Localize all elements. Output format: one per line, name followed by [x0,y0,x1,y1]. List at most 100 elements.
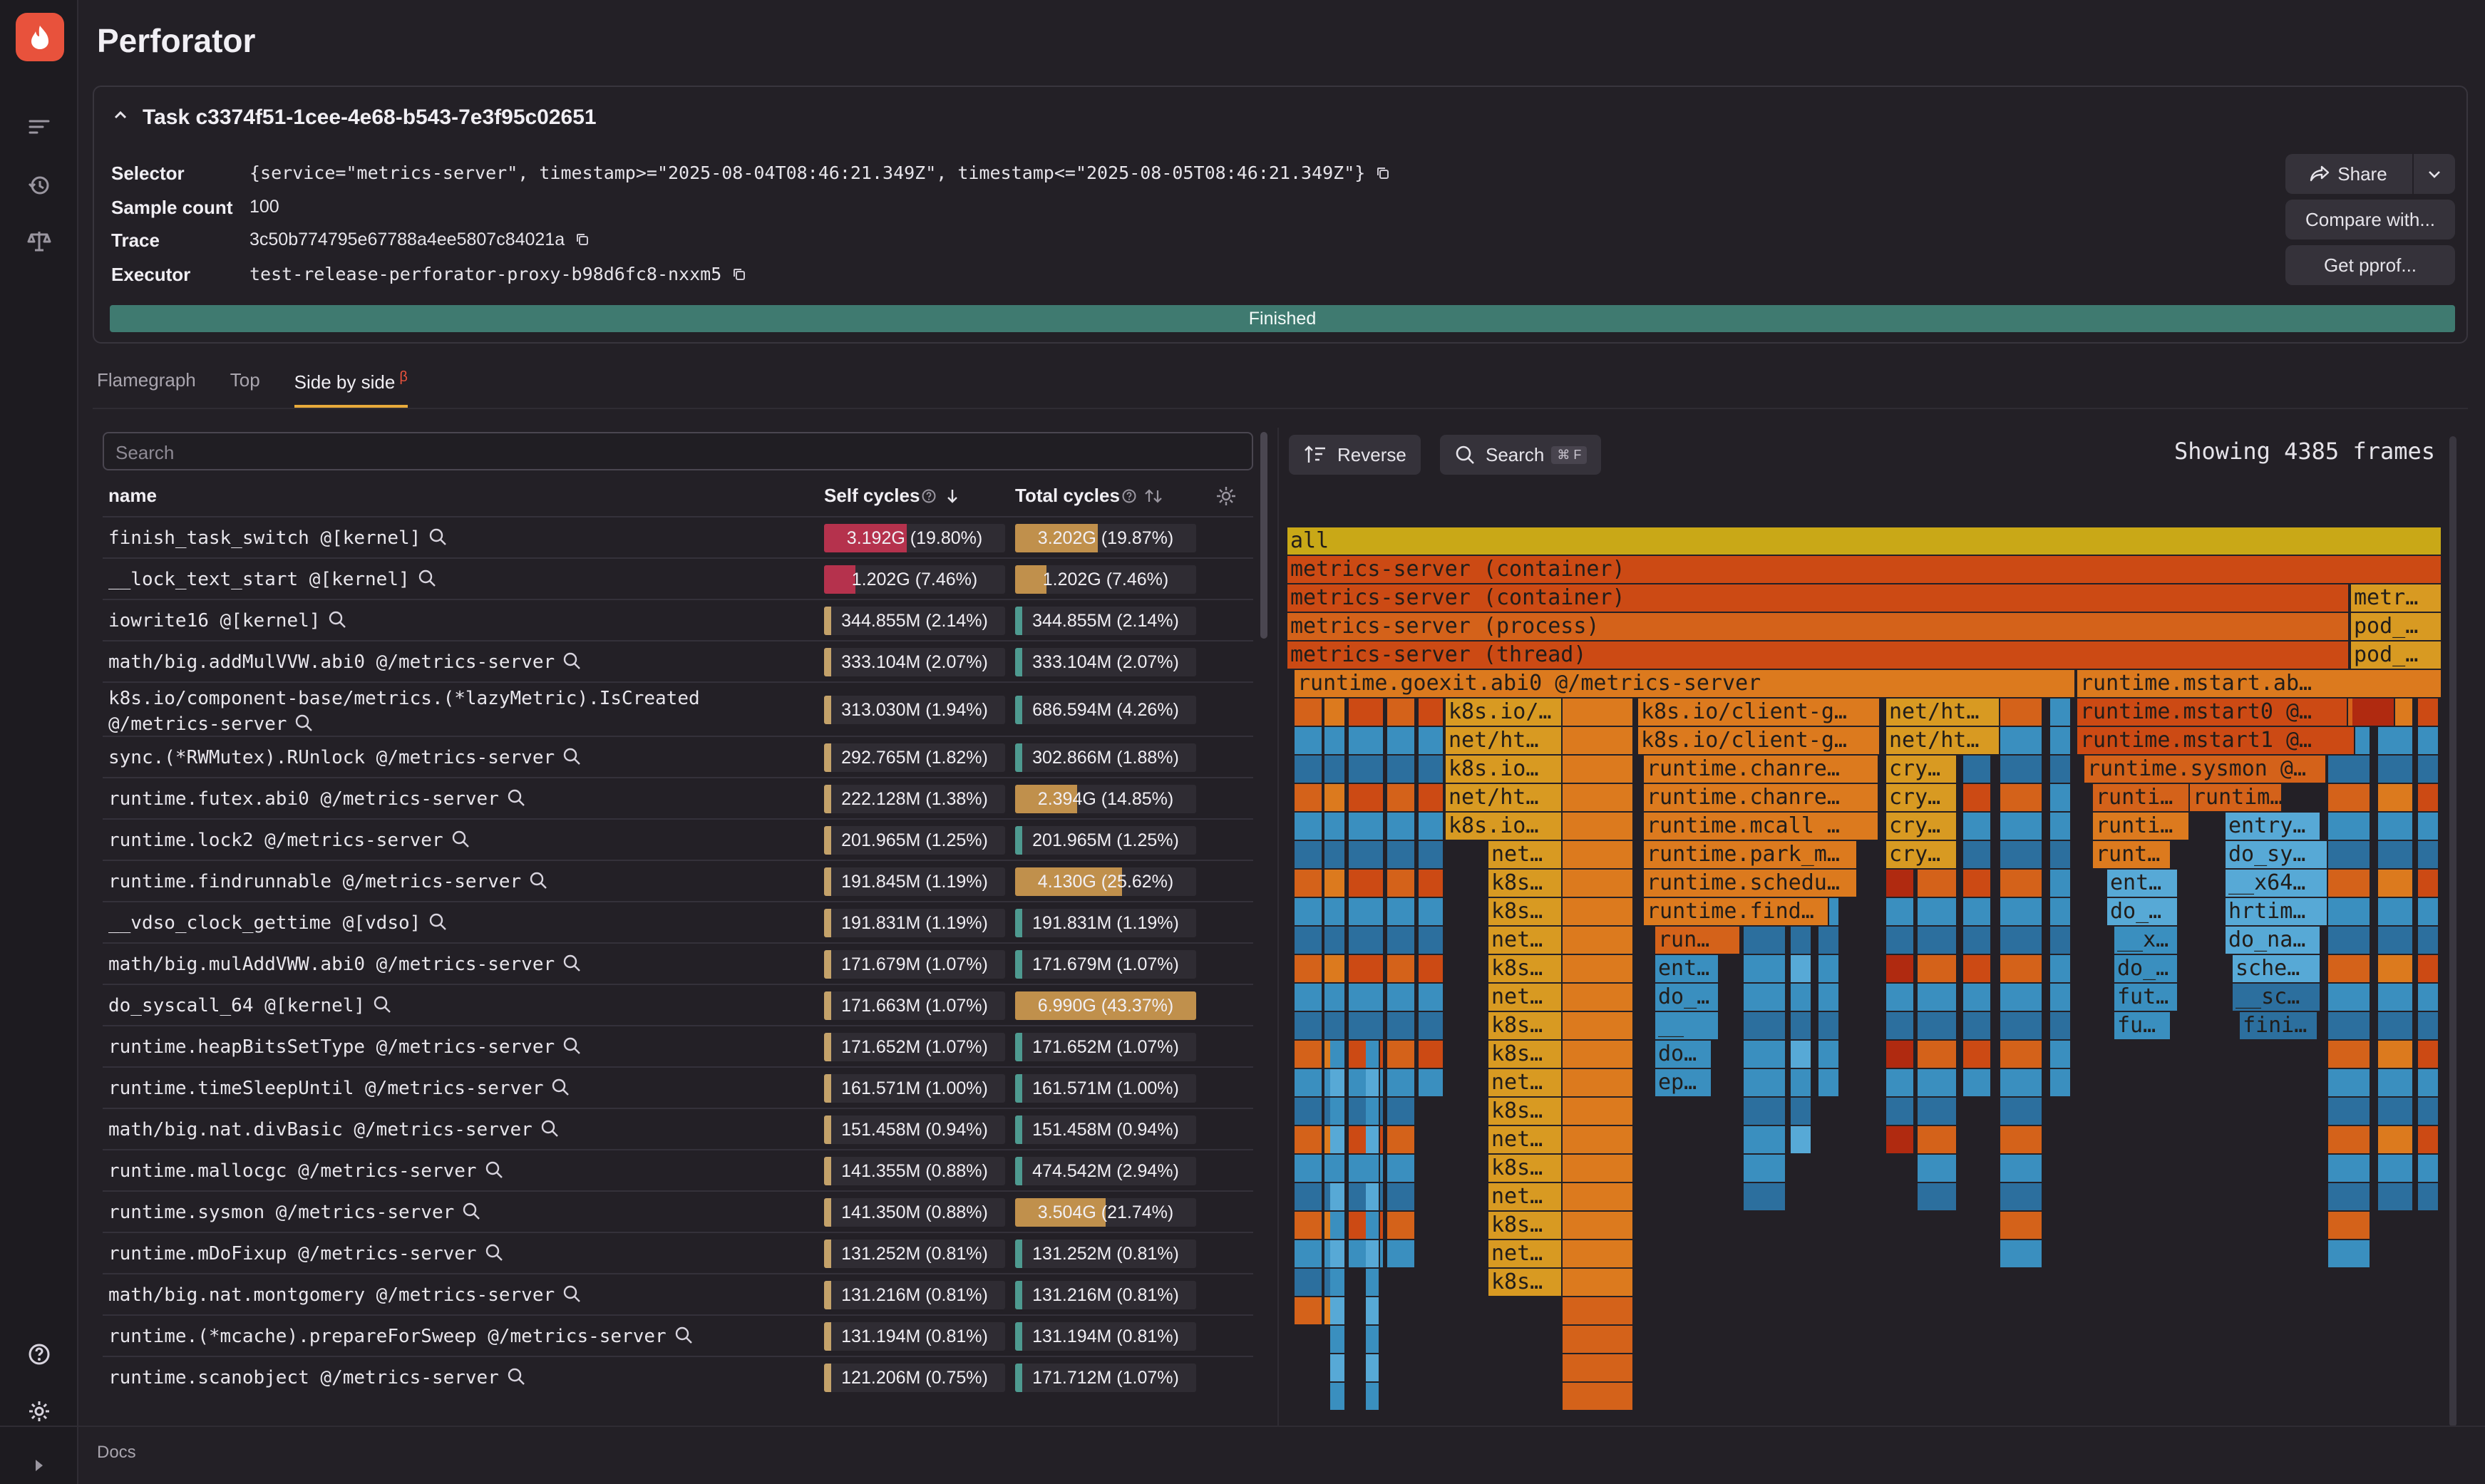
flame-frame[interactable]: net… [1488,927,1563,954]
flame-frame-unlabeled[interactable] [1387,756,1416,783]
search-icon[interactable] [562,1284,582,1304]
search-icon[interactable] [562,651,582,671]
flame-frame-unlabeled[interactable] [1918,955,1957,982]
flame-frame-unlabeled[interactable] [2000,955,2043,982]
flamegraph[interactable]: all metrics-server (container) metrics-ser… [1287,527,2442,1426]
search-icon[interactable] [417,568,437,588]
flame-frame[interactable]: ent… [2107,870,2178,897]
flame-frame-unlabeled[interactable] [1744,1155,1786,1182]
flame-frame-unlabeled[interactable] [1818,1041,1840,1068]
copy-icon[interactable] [575,232,590,247]
flame-frame-unlabeled[interactable] [1330,1297,1346,1324]
flame-frame[interactable]: do_… [1655,984,1719,1011]
flame-frame-unlabeled[interactable] [1295,1183,1323,1210]
flame-frame-unlabeled[interactable] [1419,955,1444,982]
flame-frame-unlabeled[interactable] [1330,1098,1346,1125]
flame-frame-unlabeled[interactable] [1330,1326,1346,1353]
flame-frame-unlabeled[interactable] [1963,813,1992,840]
flame-frame[interactable]: net… [1488,1240,1563,1267]
flame-frame-unlabeled[interactable] [1818,1069,1840,1096]
search-icon[interactable] [428,912,448,932]
flame-frame[interactable]: do… [1655,1041,1712,1068]
flame-frame-unlabeled[interactable] [1387,1240,1416,1267]
flame-frame-unlabeled[interactable] [2000,898,2043,925]
compare-scale-icon[interactable] [25,227,53,255]
flame-frame-unlabeled[interactable] [1963,841,1992,868]
flame-frame-unlabeled[interactable] [2418,1098,2439,1125]
flame-frame-unlabeled[interactable] [2418,1041,2439,1068]
flame-frame-unlabeled[interactable] [1366,1183,1380,1210]
flame-frame-unlabeled[interactable] [1886,955,1915,982]
flame-frame-unlabeled[interactable] [1387,1069,1416,1096]
flame-frame[interactable]: runtime.chanre… [1644,784,1879,811]
flame-frame[interactable]: fini… [2240,1012,2318,1039]
flame-frame-unlabeled[interactable] [1366,1212,1380,1239]
table-row[interactable]: math/big.nat.montgomery @/metrics-server… [103,1273,1253,1314]
flame-frame-unlabeled[interactable] [1744,1041,1786,1068]
search-icon[interactable] [428,527,448,547]
flame-frame-unlabeled[interactable] [1563,1098,1634,1125]
flame-frame-unlabeled[interactable] [1963,1041,1992,1068]
table-row[interactable]: sync.(*RWMutex).RUnlock @/metrics-server… [103,736,1253,777]
flame-frame[interactable]: metrics-server (thread) [1287,641,2350,669]
flame-frame-unlabeled[interactable] [1324,727,1346,754]
flame-frame[interactable]: __sc… [2233,984,2321,1011]
flame-frame[interactable]: metr… [2351,584,2442,612]
flame-frame-unlabeled[interactable] [2378,870,2414,897]
flame-frame-unlabeled[interactable] [1295,984,1323,1011]
flame-frame-unlabeled[interactable] [2000,1155,2043,1182]
flame-frame-unlabeled[interactable] [2328,756,2371,783]
flame-frame[interactable]: k8s… [1488,1269,1563,1296]
flame-frame[interactable]: fu… [2114,1012,2171,1039]
flame-frame-unlabeled[interactable] [1330,1041,1346,1068]
flame-frame-unlabeled[interactable] [1563,1012,1634,1039]
table-row[interactable]: runtime.sysmon @/metrics-server 141.350M … [103,1190,1253,1232]
flame-frame-unlabeled[interactable] [2050,927,2072,954]
table-row[interactable]: finish_task_switch @[kernel] 3.192G (19.8… [103,516,1253,557]
flame-frame-unlabeled[interactable] [1886,1098,1915,1125]
flame-frame-unlabeled[interactable] [1563,784,1634,811]
flame-frame-unlabeled[interactable] [2000,756,2043,783]
flame-frame-unlabeled[interactable] [1791,1069,1812,1096]
tab-side-by-side[interactable]: Side by side β [294,369,408,408]
flame-frame-unlabeled[interactable] [1918,1098,1957,1125]
flame-frame-unlabeled[interactable] [1963,1069,1992,1096]
docs-link[interactable]: Docs [97,1443,136,1463]
table-row[interactable]: __lock_text_start @[kernel] 1.202G (7.46%… [103,557,1253,599]
flame-frame[interactable]: do_sy… [2226,841,2328,868]
flame-frame-unlabeled[interactable] [1918,898,1957,925]
flame-frame-unlabeled[interactable] [2328,984,2371,1011]
sort-desc-icon[interactable] [944,488,961,505]
flame-frame-unlabeled[interactable] [2378,841,2414,868]
flame-frame[interactable]: __x… [2114,927,2178,954]
flame-frame-unlabeled[interactable] [1563,1269,1634,1296]
flame-frame-unlabeled[interactable] [1366,1326,1380,1353]
flame-frame-unlabeled[interactable] [1563,1126,1634,1153]
flame-frame-unlabeled[interactable] [1918,1041,1957,1068]
flame-frame-unlabeled[interactable] [1387,955,1416,982]
table-row[interactable]: iowrite16 @[kernel] 344.855M (2.14%) 344.8… [103,599,1253,640]
flame-frame[interactable]: net… [1488,1183,1563,1210]
flame-frame[interactable]: k8s… [1488,870,1563,897]
flame-frame-unlabeled[interactable] [1744,955,1786,982]
flame-frame-unlabeled[interactable] [2378,813,2414,840]
flame-frame[interactable]: runtime.sysmon @… [2084,756,2327,783]
flame-frame-unlabeled[interactable] [1295,1155,1323,1182]
table-row[interactable]: runtime.mDoFixup @/metrics-server 131.252… [103,1232,1253,1273]
flame-frame-unlabeled[interactable] [1366,1069,1380,1096]
flame-frame-unlabeled[interactable] [1918,984,1957,1011]
collapse-chevron-icon[interactable] [111,105,130,124]
flame-frame-unlabeled[interactable] [1324,1012,1346,1039]
flame-frame-unlabeled[interactable] [1886,870,1915,897]
flame-frame-unlabeled[interactable] [2378,984,2414,1011]
flame-frame[interactable]: k8s.io… [1446,756,1563,783]
flame-frame-unlabeled[interactable] [1963,984,1992,1011]
flame-frame-unlabeled[interactable] [1295,1041,1323,1068]
flame-frame-unlabeled[interactable] [1295,813,1323,840]
flame-frame-unlabeled[interactable] [2418,898,2439,925]
flame-frame-unlabeled[interactable] [2050,955,2072,982]
table-scrollbar[interactable] [1260,432,1267,639]
flame-frame-unlabeled[interactable] [1349,841,1384,868]
flame-frame-unlabeled[interactable] [1387,841,1416,868]
search-icon[interactable] [562,953,582,973]
